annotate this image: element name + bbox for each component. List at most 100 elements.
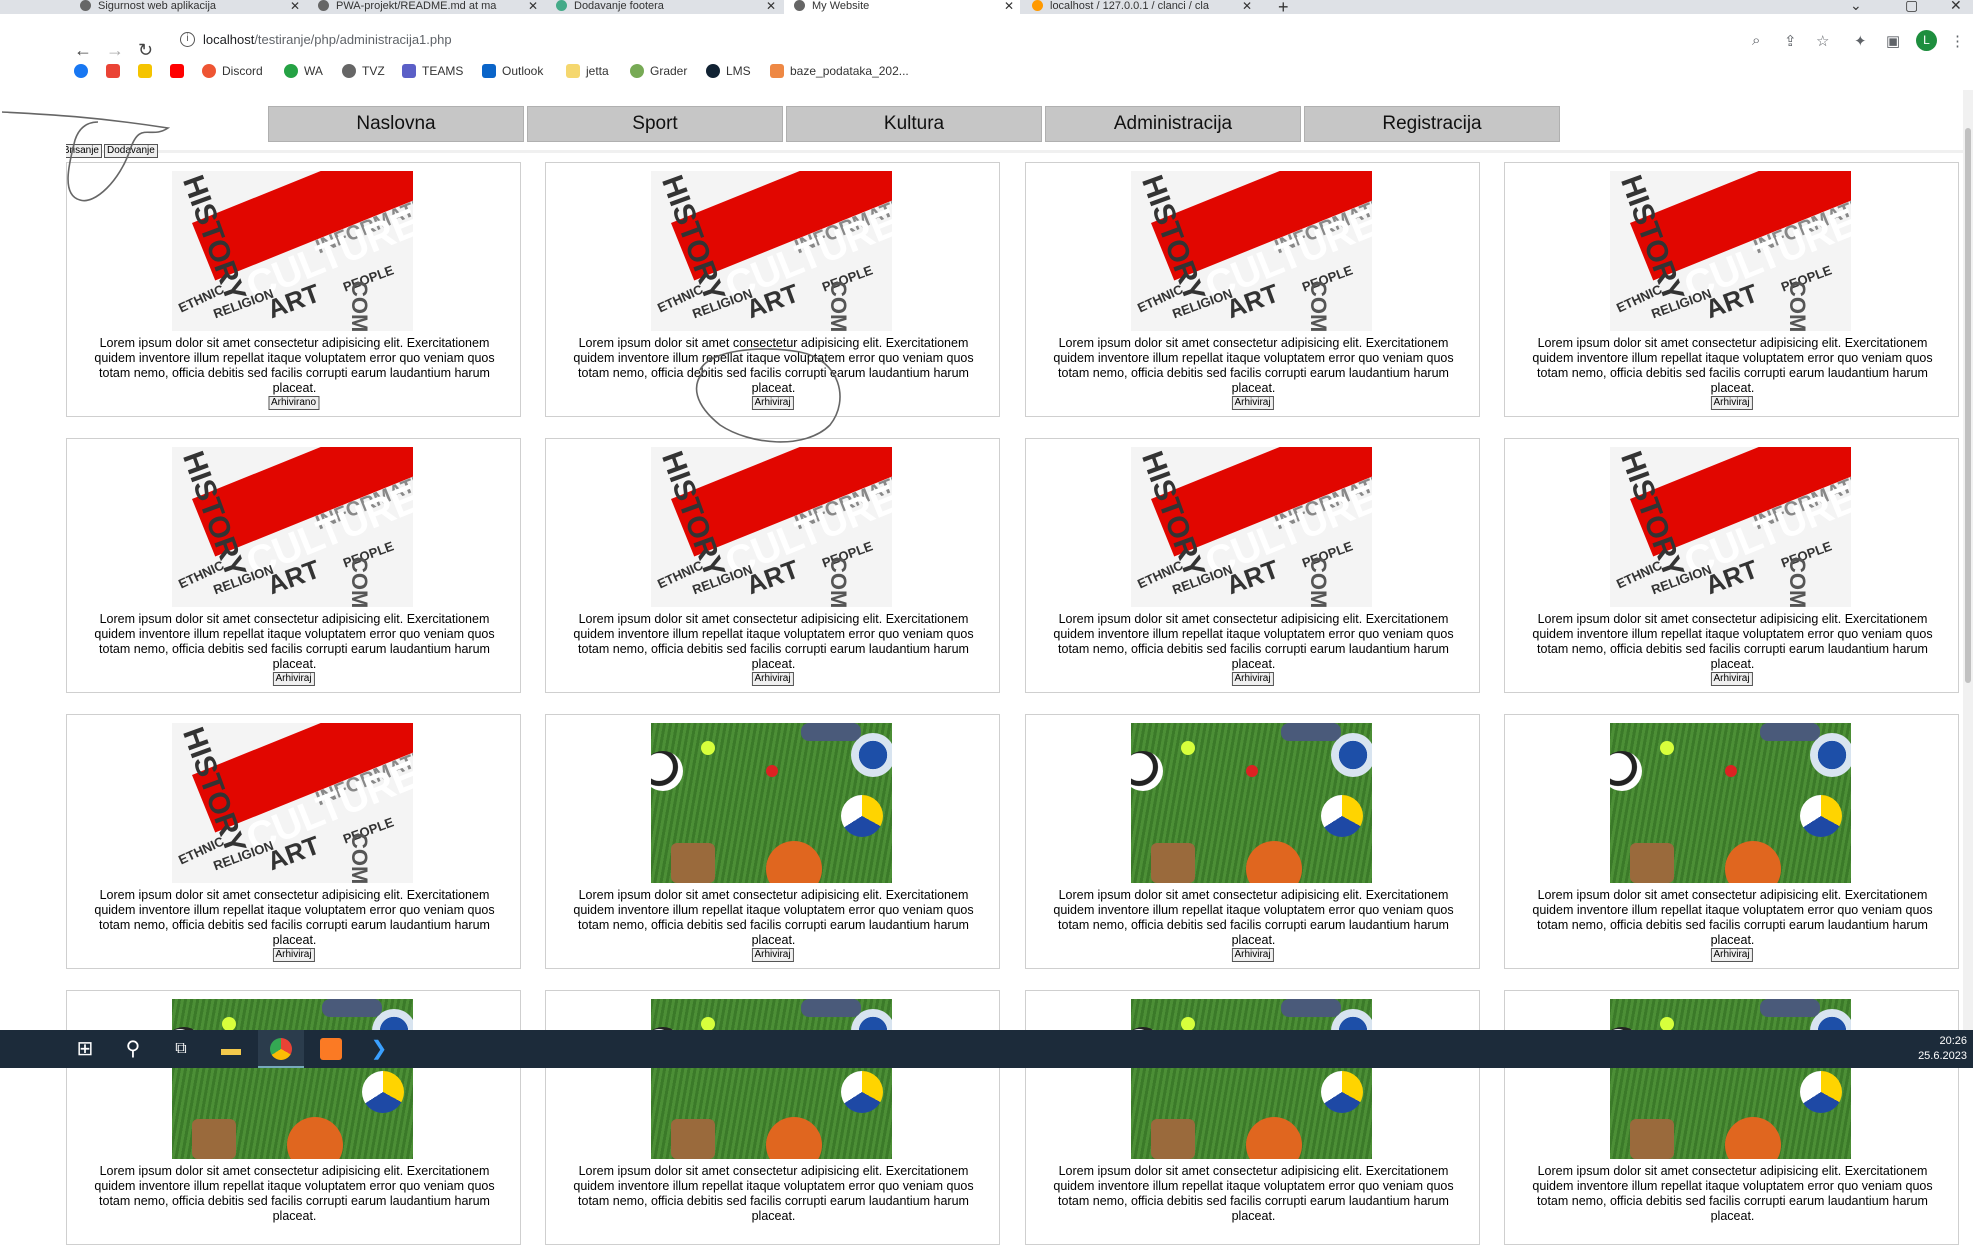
tab-strip: Sigurnost web aplikacija ✕ PWA-projekt/R… bbox=[0, 0, 1973, 17]
bookmarks-bar: Discord WA TVZ TEAMS Outlook jetta Grade… bbox=[0, 62, 1973, 84]
tab-dodavanje-footera[interactable]: Dodavanje footera ✕ bbox=[546, 0, 782, 14]
article-card: HISTORY INFORMATION CULTURE ART ETHNIC PEOPLE… bbox=[1504, 438, 1959, 693]
volleyball bbox=[362, 1071, 404, 1113]
windows-start-icon[interactable]: ⊞ bbox=[62, 1030, 108, 1068]
close-tab-icon[interactable]: ✕ bbox=[290, 0, 300, 12]
vscode-icon[interactable]: ❯ bbox=[356, 1030, 402, 1068]
reload-icon[interactable]: ↻ bbox=[138, 40, 153, 61]
article-card: HISTORY INFORMATION CULTURE ART ETHNIC PEOPLE… bbox=[1025, 162, 1480, 417]
archive-button[interactable]: Arhiviraj bbox=[751, 396, 794, 410]
archive-button[interactable]: Arhiviraj bbox=[1710, 396, 1753, 410]
extensions-icon[interactable]: ✦ bbox=[1854, 32, 1867, 50]
nav-sport[interactable]: Sport bbox=[527, 106, 783, 142]
article-text: Lorem ipsum dolor sit amet consectetur a… bbox=[1053, 612, 1454, 671]
close-tab-icon[interactable]: ✕ bbox=[1242, 0, 1252, 12]
sports-image bbox=[1610, 999, 1851, 1159]
bookmark-grader[interactable]: Grader bbox=[630, 62, 687, 80]
volleyball bbox=[1321, 795, 1363, 837]
bookmark-tvz[interactable]: TVZ bbox=[342, 62, 385, 80]
bookmark-outlook[interactable]: Outlook bbox=[482, 62, 543, 80]
article-card: HISTORY INFORMATION CULTURE ART ETHNIC PEOPLE… bbox=[545, 162, 1000, 417]
facebook-bookmark[interactable] bbox=[74, 62, 94, 80]
archive-button[interactable]: Arhiviraj bbox=[272, 948, 315, 962]
profile-avatar[interactable]: L bbox=[1916, 30, 1937, 51]
archive-button[interactable]: Arhiviraj bbox=[751, 672, 794, 686]
teams-icon bbox=[402, 64, 416, 78]
gmail-bookmark[interactable] bbox=[106, 62, 126, 80]
bookmark-label: LMS bbox=[726, 64, 751, 78]
zoom-icon[interactable]: ⌕ bbox=[1752, 32, 1760, 49]
info-icon[interactable]: i bbox=[180, 32, 195, 47]
delete-button[interactable]: Brisanje bbox=[66, 144, 102, 158]
baseball-glove bbox=[671, 843, 715, 883]
bookmark-star-icon[interactable]: ☆ bbox=[1816, 32, 1829, 50]
archive-button[interactable]: Arhiviraj bbox=[1231, 948, 1274, 962]
share-icon[interactable]: ⇪ bbox=[1784, 32, 1797, 50]
bookmark-jetta[interactable]: jetta bbox=[566, 62, 609, 80]
archive-button[interactable]: Arhiviraj bbox=[1231, 396, 1274, 410]
restore-window-icon[interactable]: ▢ bbox=[1905, 0, 1918, 14]
sneakers bbox=[322, 999, 382, 1017]
outlook-icon bbox=[482, 64, 496, 78]
tab-github[interactable]: PWA-projekt/README.md at ma ✕ bbox=[308, 0, 544, 14]
system-clock[interactable]: 20:26 25.6.2023 bbox=[1918, 1034, 1967, 1064]
add-button[interactable]: Dodavanje bbox=[104, 144, 158, 158]
tennis-ball bbox=[1181, 741, 1195, 755]
cricket-ball bbox=[1246, 765, 1258, 777]
sports-image bbox=[1610, 723, 1851, 883]
bookmark-lms[interactable]: LMS bbox=[706, 62, 751, 80]
close-tab-icon[interactable]: ✕ bbox=[1004, 0, 1014, 12]
scrollbar-thumb[interactable] bbox=[1965, 128, 1971, 683]
chrome-icon[interactable] bbox=[258, 1030, 304, 1068]
bookmark-wa[interactable]: WA bbox=[284, 62, 323, 80]
side-panel-icon[interactable]: ▣ bbox=[1886, 32, 1900, 50]
tab-sigurnost[interactable]: Sigurnost web aplikacija ✕ bbox=[70, 0, 306, 14]
bookmark-discord[interactable]: Discord bbox=[202, 62, 263, 80]
culture-wordcloud: HISTORY INFORMATION CULTURE ART ETHNIC PEOPLE… bbox=[651, 447, 892, 607]
archive-button[interactable]: Arhiviraj bbox=[1231, 672, 1274, 686]
lms-icon bbox=[706, 64, 720, 78]
back-arrow-icon[interactable]: ← bbox=[74, 40, 92, 61]
address-bar[interactable]: i localhost/testiranje/php/administracij… bbox=[170, 28, 1760, 54]
sports-image bbox=[172, 999, 413, 1159]
article-card: HISTORY INFORMATION CULTURE ART ETHNIC PEOPLE… bbox=[1025, 438, 1480, 693]
article-card: Lorem ipsum dolor sit amet consectetur a… bbox=[1504, 990, 1959, 1245]
forward-arrow-icon[interactable]: → bbox=[106, 40, 124, 61]
bookmark-mj[interactable] bbox=[138, 62, 158, 80]
nav-registracija[interactable]: Registracija bbox=[1304, 106, 1560, 142]
archive-button[interactable]: Arhiviraj bbox=[1710, 948, 1753, 962]
archive-button[interactable]: Arhiviraj bbox=[1710, 672, 1753, 686]
sports-image bbox=[651, 999, 892, 1159]
bookmark-teams[interactable]: TEAMS bbox=[402, 62, 463, 80]
task-view-icon[interactable]: ⧉ bbox=[158, 1030, 204, 1068]
url-text[interactable]: localhost/testiranje/php/administracija1… bbox=[203, 32, 452, 47]
nav-kultura[interactable]: Kultura bbox=[786, 106, 1042, 142]
close-tab-icon[interactable]: ✕ bbox=[528, 0, 538, 12]
menu-kebab-icon[interactable]: ⋮ bbox=[1950, 32, 1965, 50]
sports-equipment-photo bbox=[1610, 723, 1851, 883]
nav-naslovna[interactable]: Naslovna bbox=[268, 106, 524, 142]
article-text: Lorem ipsum dolor sit amet consectetur a… bbox=[94, 1164, 495, 1223]
tab-my-website[interactable]: My Website ✕ bbox=[784, 0, 1020, 14]
chevron-down-icon[interactable]: ⌄ bbox=[1850, 0, 1862, 14]
close-window-icon[interactable]: ✕ bbox=[1950, 0, 1962, 14]
search-icon[interactable]: ⚲ bbox=[110, 1030, 156, 1068]
volleyball bbox=[841, 1071, 883, 1113]
tab-title: PWA-projekt/README.md at ma bbox=[336, 0, 497, 12]
xampp-icon[interactable] bbox=[308, 1030, 354, 1068]
bookmark-baze-podataka[interactable]: baze_podataka_202... bbox=[770, 62, 909, 80]
tab-phpmyadmin[interactable]: localhost / 127.0.0.1 / clanci / cla ✕ bbox=[1022, 0, 1258, 14]
bookmark-label: Discord bbox=[222, 64, 263, 78]
file-explorer-icon[interactable]: ▬ bbox=[208, 1030, 254, 1068]
archive-button[interactable]: Arhiviraj bbox=[751, 948, 794, 962]
archived-button[interactable]: Arhivirano bbox=[267, 396, 320, 410]
nav-administracija[interactable]: Administracija bbox=[1045, 106, 1301, 142]
culture-image: HISTORY INFORMATION CULTURE ART ETHNIC PEOPLE… bbox=[1610, 171, 1851, 331]
tab-title: Dodavanje footera bbox=[574, 0, 664, 12]
sports-equipment-photo bbox=[1131, 723, 1372, 883]
close-tab-icon[interactable]: ✕ bbox=[766, 0, 776, 12]
archive-button[interactable]: Arhiviraj bbox=[272, 672, 315, 686]
youtube-bookmark[interactable] bbox=[170, 62, 190, 80]
sports-image bbox=[1131, 723, 1372, 883]
youtube-icon bbox=[170, 64, 184, 78]
